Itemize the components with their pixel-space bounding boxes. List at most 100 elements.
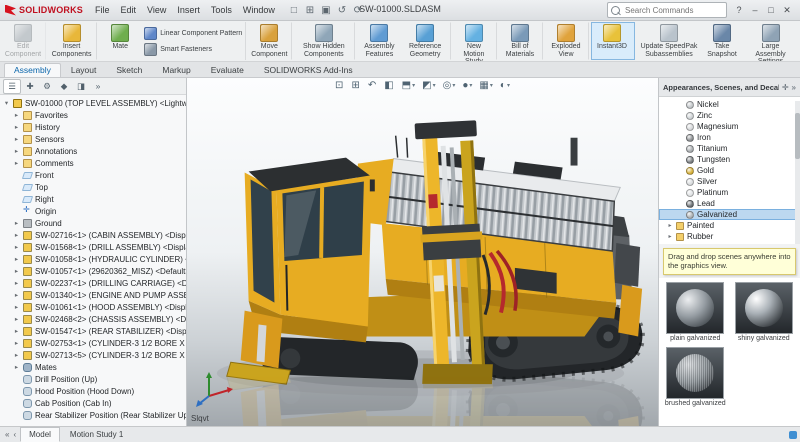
tree-item[interactable]: ▾ SW-01000 (TOP LEVEL ASSEMBLY) <Lightwe… — [0, 97, 186, 109]
appearance-item[interactable]: ▸ Painted — [659, 220, 800, 231]
appearance-item[interactable]: Titanium — [659, 143, 800, 154]
appearance-item[interactable]: Tungsten — [659, 154, 800, 165]
tree-item[interactable]: Drill Position (Up) — [0, 373, 186, 385]
configurationmanager-tab-icon[interactable]: ⚙ — [39, 80, 55, 93]
tree-expand-arrow[interactable]: ▾ — [3, 99, 10, 107]
edit-appearance-icon[interactable]: ●▾ — [460, 80, 474, 92]
ribbon-tab[interactable]: SOLIDWORKS Add-Ins — [254, 63, 363, 77]
appearance-thumbnail[interactable]: brushed galvanized — [664, 347, 727, 408]
tree-expand-arrow[interactable]: ▸ — [13, 243, 20, 251]
tree-item[interactable]: Front — [0, 169, 186, 181]
pane-chevron-icon[interactable]: » — [90, 80, 106, 93]
collapse-pane-icon[interactable]: » — [792, 83, 796, 92]
display-style-icon[interactable]: ◩▾ — [420, 80, 437, 92]
appearance-item[interactable]: Iron — [659, 132, 800, 143]
appearance-item[interactable]: Silver — [659, 176, 800, 187]
tree-expand-arrow[interactable]: ▸ — [13, 267, 20, 275]
ribbon-button[interactable]: Assembly Features — [357, 22, 401, 60]
menu-item[interactable]: Tools — [206, 3, 237, 17]
ribbon-button[interactable]: Update SpeedPak Subassemblies — [637, 22, 701, 60]
tree-expand-arrow[interactable]: ▸ — [667, 233, 673, 240]
appearance-item[interactable]: Galvanized — [659, 209, 800, 220]
zoom-fit-icon[interactable]: ⊡ — [333, 80, 346, 92]
tree-expand-arrow[interactable]: ▸ — [13, 315, 20, 323]
tree-item[interactable]: Hood Position (Hood Down) — [0, 385, 186, 397]
tree-expand-arrow[interactable]: ▸ — [13, 231, 20, 239]
ribbon-button[interactable]: Mate — [99, 22, 141, 60]
minimize-button[interactable]: – — [747, 3, 763, 17]
appearance-item[interactable]: Gold — [659, 165, 800, 176]
menu-item[interactable]: Window — [238, 3, 280, 17]
ribbon-button[interactable]: Move Component — [248, 22, 292, 60]
appearance-item[interactable]: Nickel — [659, 99, 800, 110]
tree-item[interactable]: ▸ SW-02237<1> (DRILLING CARRIAGE) <Displ… — [0, 277, 186, 289]
appearance-item[interactable]: Lead — [659, 198, 800, 209]
dimxpertmanager-tab-icon[interactable]: ◆ — [56, 80, 72, 93]
menu-item[interactable]: View — [142, 3, 171, 17]
close-button[interactable]: ✕ — [779, 3, 795, 17]
view-orientation-icon[interactable]: ⬒▾ — [400, 80, 417, 92]
ribbon-tab[interactable]: Markup — [152, 63, 200, 77]
tree-expand-arrow[interactable]: ▸ — [13, 219, 20, 227]
tree-expand-arrow[interactable]: ▸ — [13, 339, 20, 347]
tree-item[interactable]: ▸ SW-02713<5> (CYLINDER-3 1/2 BORE X 5" … — [0, 349, 186, 361]
tab-scroll-left-icon[interactable]: ‹ — [11, 430, 18, 439]
ribbon-tab[interactable]: Layout — [61, 63, 107, 77]
tree-item[interactable]: ▸ SW-02753<1> (CYLINDER-3 1/2 BORE X 7" … — [0, 337, 186, 349]
hide-show-items-icon[interactable]: ◎▾ — [441, 80, 458, 92]
tree-item[interactable]: Rear Stabilizer Position (Rear Stabilize… — [0, 409, 186, 421]
search-input[interactable] — [623, 5, 723, 16]
drill-rig-model[interactable] — [227, 120, 643, 388]
tree-expand-arrow[interactable]: ▸ — [13, 327, 20, 335]
ribbon-button[interactable]: Smart Fasteners — [144, 43, 242, 56]
tree-item[interactable]: ▸ Favorites — [0, 109, 186, 121]
tab-scroll-start-icon[interactable]: « — [3, 430, 11, 439]
tree-item[interactable]: Right — [0, 193, 186, 205]
tree-item[interactable]: ▸ SW-01568<1> (DRILL ASSEMBLY) <Display … — [0, 241, 186, 253]
ribbon-button[interactable]: Linear Component Pattern — [144, 27, 242, 40]
tree-item[interactable]: ▸ SW-02716<1> (CABIN ASSEMBLY) <Display … — [0, 229, 186, 241]
tree-item[interactable]: ▸ Ground — [0, 217, 186, 229]
undo-icon[interactable]: ↺ — [335, 3, 349, 17]
save-icon[interactable]: ▣ — [319, 3, 333, 17]
tree-item[interactable]: Cab Position (Cab In) — [0, 397, 186, 409]
help-button[interactable]: ? — [731, 3, 747, 17]
open-icon[interactable]: ⊞ — [303, 3, 317, 17]
tree-item[interactable]: ▸ Sensors — [0, 133, 186, 145]
graphics-area[interactable]: ⊡ ⊞ ↶ ◧ ⬒▾ — [187, 78, 658, 426]
tree-expand-arrow[interactable]: ▸ — [13, 159, 20, 167]
ribbon-button[interactable]: Instant3D — [591, 22, 635, 60]
featuremanager-tab-icon[interactable]: ☰ — [3, 79, 21, 94]
graphics-viewport-canvas[interactable] — [187, 78, 658, 426]
ribbon-button[interactable]: Reference Geometry — [401, 22, 450, 60]
appearance-item[interactable]: Magnesium — [659, 121, 800, 132]
ribbon-button[interactable]: Exploded View — [545, 22, 589, 60]
previous-view-icon[interactable]: ↶ — [366, 80, 379, 92]
appearance-thumbnail[interactable]: plain galvanized — [664, 282, 727, 343]
appearance-thumbnail[interactable]: shiny galvanized — [733, 282, 796, 343]
tree-item[interactable]: ▸ Mates — [0, 361, 186, 373]
appearance-item[interactable]: Zinc — [659, 110, 800, 121]
document-tab[interactable]: Motion Study 1 — [61, 427, 132, 442]
tree-item[interactable]: ▸ SW-01061<1> (HOOD ASSEMBLY) <Display S… — [0, 301, 186, 313]
tree-expand-arrow[interactable]: ▸ — [13, 135, 20, 143]
section-view-icon[interactable]: ◧ — [382, 80, 396, 92]
ribbon-button[interactable]: Show Hidden Components — [294, 22, 355, 60]
tree-item[interactable]: ▸ Comments — [0, 157, 186, 169]
tree-expand-arrow[interactable]: ▸ — [13, 291, 20, 299]
tree-item[interactable]: ▸ SW-01547<1> (REAR STABILIZER) <Display… — [0, 325, 186, 337]
tree-expand-arrow[interactable]: ▸ — [13, 123, 20, 131]
tree-item[interactable]: ▸ SW-02468<2> (CHASSIS ASSEMBLY) <Displa… — [0, 313, 186, 325]
tree-item[interactable]: Top — [0, 181, 186, 193]
displaymanager-tab-icon[interactable]: ◨ — [73, 80, 89, 93]
ribbon-button[interactable]: Edit Component — [2, 22, 46, 60]
ribbon-tab[interactable]: Sketch — [106, 63, 152, 77]
document-tab[interactable]: Model — [20, 427, 60, 442]
tree-item[interactable]: Origin — [0, 205, 186, 217]
tree-item[interactable]: ▸ Annotations — [0, 145, 186, 157]
tree-expand-arrow[interactable]: ▸ — [667, 222, 673, 229]
tree-expand-arrow[interactable]: ▸ — [13, 303, 20, 311]
maximize-button[interactable]: □ — [763, 3, 779, 17]
tree-item[interactable]: ▸ SW-01340<1> (ENGINE AND PUMP ASSEMBLY)… — [0, 289, 186, 301]
tree-expand-arrow[interactable]: ▸ — [13, 111, 20, 119]
